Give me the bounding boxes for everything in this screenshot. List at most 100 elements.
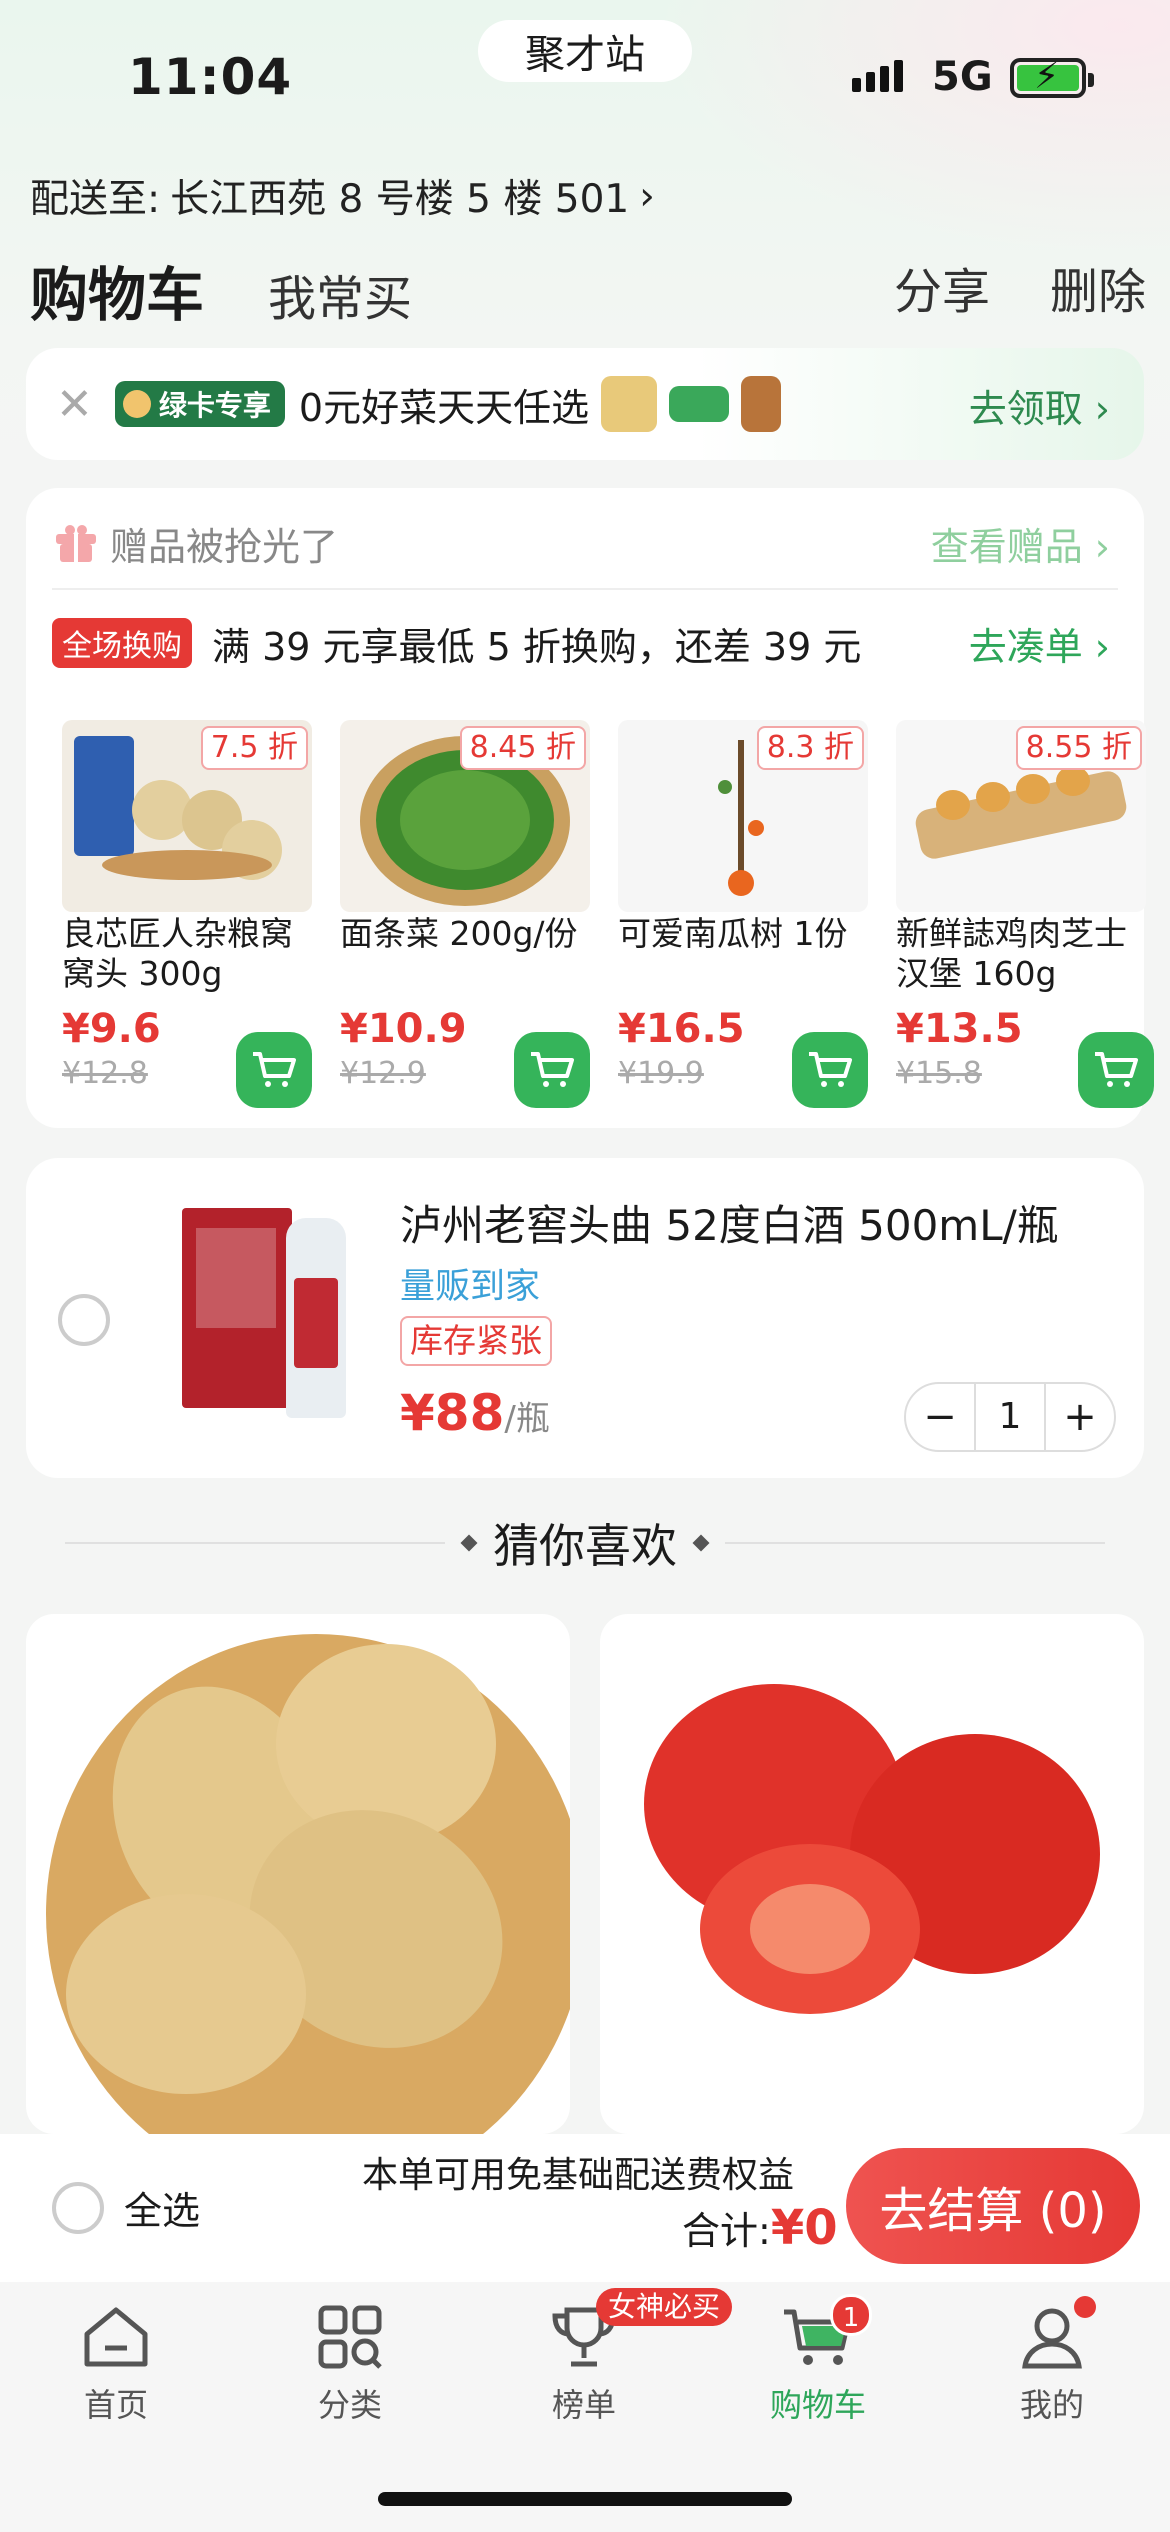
recommend-title: 猜你喜欢 <box>493 1519 677 1573</box>
green-card-label: 绿卡专享 <box>158 389 271 422</box>
charging-icon: ⚡ <box>1034 56 1060 97</box>
quantity-value[interactable]: 1 <box>974 1384 1046 1450</box>
exchange-badge: 全场换购 <box>52 618 192 668</box>
add-to-cart-button[interactable] <box>1078 1032 1154 1108</box>
select-all[interactable]: 全选 <box>52 2180 200 2235</box>
address-label: 配送至: <box>30 177 161 222</box>
cart-item: 泸州老窖头曲 52度白酒 500mL/瓶 量贩到家 库存紧张 ¥88/瓶 − 1… <box>26 1158 1144 1478</box>
tab-cart[interactable]: 购物车 <box>30 248 204 332</box>
exchange-text: 满 39 元享最低 5 折换购，还差 39 元 <box>212 625 862 669</box>
delete-button[interactable]: 删除 <box>1050 252 1146 322</box>
exchange-product[interactable]: 8.3 折 可爱南瓜树 1份 ¥16.5 ¥19.9 <box>618 720 868 1108</box>
cart-icon <box>1095 1052 1138 1087</box>
item-tag-bulk: 量贩到家 <box>400 1267 541 1307</box>
product-image: 8.55 折 <box>896 720 1146 912</box>
low-stock-badge: 库存紧张 <box>400 1316 552 1366</box>
recommend-card-tomato[interactable] <box>600 1614 1144 2134</box>
rank-badge: 女神必买 <box>596 2288 733 2326</box>
notification-dot <box>1074 2296 1096 2318</box>
price-unit: /瓶 <box>504 1399 550 1439</box>
gift-title: 赠品被抢光了 <box>110 525 339 569</box>
total-label: 合计: <box>682 2209 771 2253</box>
product-name: 新鲜誌鸡肉芝士汉堡 160g <box>896 914 1127 993</box>
product-image: 8.45 折 <box>340 720 590 912</box>
nav-cart-label: 购物车 <box>769 2386 866 2424</box>
address-value: 长江西苑 8 号楼 5 楼 501 <box>170 177 630 222</box>
cart-icon <box>531 1052 574 1087</box>
category-icon <box>318 2305 382 2369</box>
home-indicator[interactable] <box>378 2492 792 2506</box>
recommend-card-potato[interactable] <box>26 1614 570 2134</box>
diamond-icon <box>692 1534 710 1552</box>
exchange-product[interactable]: 8.55 折 新鲜誌鸡肉芝士汉堡 160g ¥13.5 ¥15.8 <box>896 720 1154 1108</box>
discount-badge: 8.45 折 <box>459 726 586 770</box>
select-all-checkbox[interactable] <box>52 2181 104 2234</box>
cart-count-badge: 1 <box>830 2294 872 2336</box>
product-image: 8.3 折 <box>618 720 868 912</box>
checkout-button[interactable]: 去结算 (0) <box>846 2148 1140 2264</box>
product-image: 7.5 折 <box>62 720 312 912</box>
close-icon[interactable]: ✕ <box>56 379 93 430</box>
signal-icon <box>852 60 903 92</box>
status-time: 11:04 <box>128 48 293 106</box>
home-icon <box>84 2307 148 2367</box>
header-actions: 分享 删除 <box>894 252 1146 322</box>
divider <box>725 1542 1105 1544</box>
tab-frequent[interactable]: 我常买 <box>268 259 412 329</box>
nav-me[interactable]: 我的 <box>982 2304 1122 2426</box>
product-name: 可爱南瓜树 1份 <box>618 914 848 953</box>
quantity-stepper: − 1 + <box>904 1382 1116 1452</box>
view-gifts-link[interactable]: 查看赠品 › <box>931 516 1110 571</box>
nav-home[interactable]: 首页 <box>46 2304 186 2426</box>
add-more-link[interactable]: 去凑单 › <box>969 616 1110 671</box>
decrease-button[interactable]: − <box>906 1394 974 1440</box>
item-price: ¥88/瓶 <box>400 1384 550 1442</box>
nav-home-label: 首页 <box>83 2386 148 2424</box>
nav-rank-label: 榜单 <box>551 2386 616 2424</box>
divider <box>52 588 1118 590</box>
product-name: 面条菜 200g/份 <box>340 914 578 953</box>
total-amount: ¥0 <box>770 2200 838 2256</box>
cart-icon <box>253 1052 296 1087</box>
network-label: 5G <box>932 54 993 100</box>
gift-icon <box>56 525 96 562</box>
item-select-checkbox[interactable] <box>58 1294 110 1346</box>
green-card-badge: 绿卡专享 <box>114 381 285 427</box>
discount-badge: 8.3 折 <box>756 726 864 770</box>
cart-icon <box>809 1052 852 1087</box>
promo-thumb-snack <box>741 376 782 432</box>
promo-thumb-eggs <box>601 376 658 432</box>
select-all-label: 全选 <box>124 2189 201 2233</box>
increase-button[interactable]: + <box>1046 1394 1114 1440</box>
add-to-cart-button[interactable] <box>236 1032 312 1108</box>
share-button[interactable]: 分享 <box>894 252 990 322</box>
divider <box>65 1542 445 1544</box>
app-pill[interactable]: 聚才站 <box>478 20 692 82</box>
diamond-icon <box>460 1534 478 1552</box>
add-to-cart-button[interactable] <box>514 1032 590 1108</box>
price-value: ¥88 <box>400 1384 505 1442</box>
exchange-product[interactable]: 8.45 折 面条菜 200g/份 ¥10.9 ¥12.9 <box>340 720 590 1108</box>
chevron-right-icon: › <box>639 173 655 219</box>
exchange-product[interactable]: 7.5 折 良芯匠人杂粮窝窝头 300g ¥9.6 ¥12.8 <box>62 720 312 1108</box>
recommend-header: 猜你喜欢 <box>0 1510 1170 1576</box>
item-name[interactable]: 泸州老窖头曲 52度白酒 500mL/瓶 <box>400 1192 1059 1253</box>
nav-category-label: 分类 <box>317 2386 382 2424</box>
nav-me-label: 我的 <box>1019 2386 1084 2424</box>
discount-badge: 7.5 折 <box>200 726 308 770</box>
add-to-cart-button[interactable] <box>792 1032 868 1108</box>
claim-button[interactable]: 去领取 › <box>969 378 1110 433</box>
total: 合计: ¥0 <box>682 2200 838 2256</box>
product-image <box>176 1188 366 1418</box>
product-name: 良芯匠人杂粮窝窝头 300g <box>62 914 293 993</box>
cart-tabs: 购物车 我常买 <box>30 248 412 332</box>
promo-thumb-card <box>669 386 730 422</box>
delivery-address[interactable]: 配送至: 长江西苑 8 号楼 5 楼 501 › <box>30 168 655 224</box>
nav-category[interactable]: 分类 <box>280 2304 420 2426</box>
promo-banner[interactable]: ✕ 绿卡专享 0元好菜天天任选 去领取 › <box>26 348 1144 460</box>
promo-text: 0元好菜天天任选 <box>298 385 590 430</box>
discount-badge: 8.55 折 <box>1015 726 1142 770</box>
free-delivery-text: 本单可用免基础配送费权益 <box>362 2155 795 2196</box>
gift-exchange-card: 赠品被抢光了 查看赠品 › 全场换购 满 39 元享最低 5 折换购，还差 39… <box>26 488 1154 1128</box>
badge-coin-icon <box>122 390 151 418</box>
